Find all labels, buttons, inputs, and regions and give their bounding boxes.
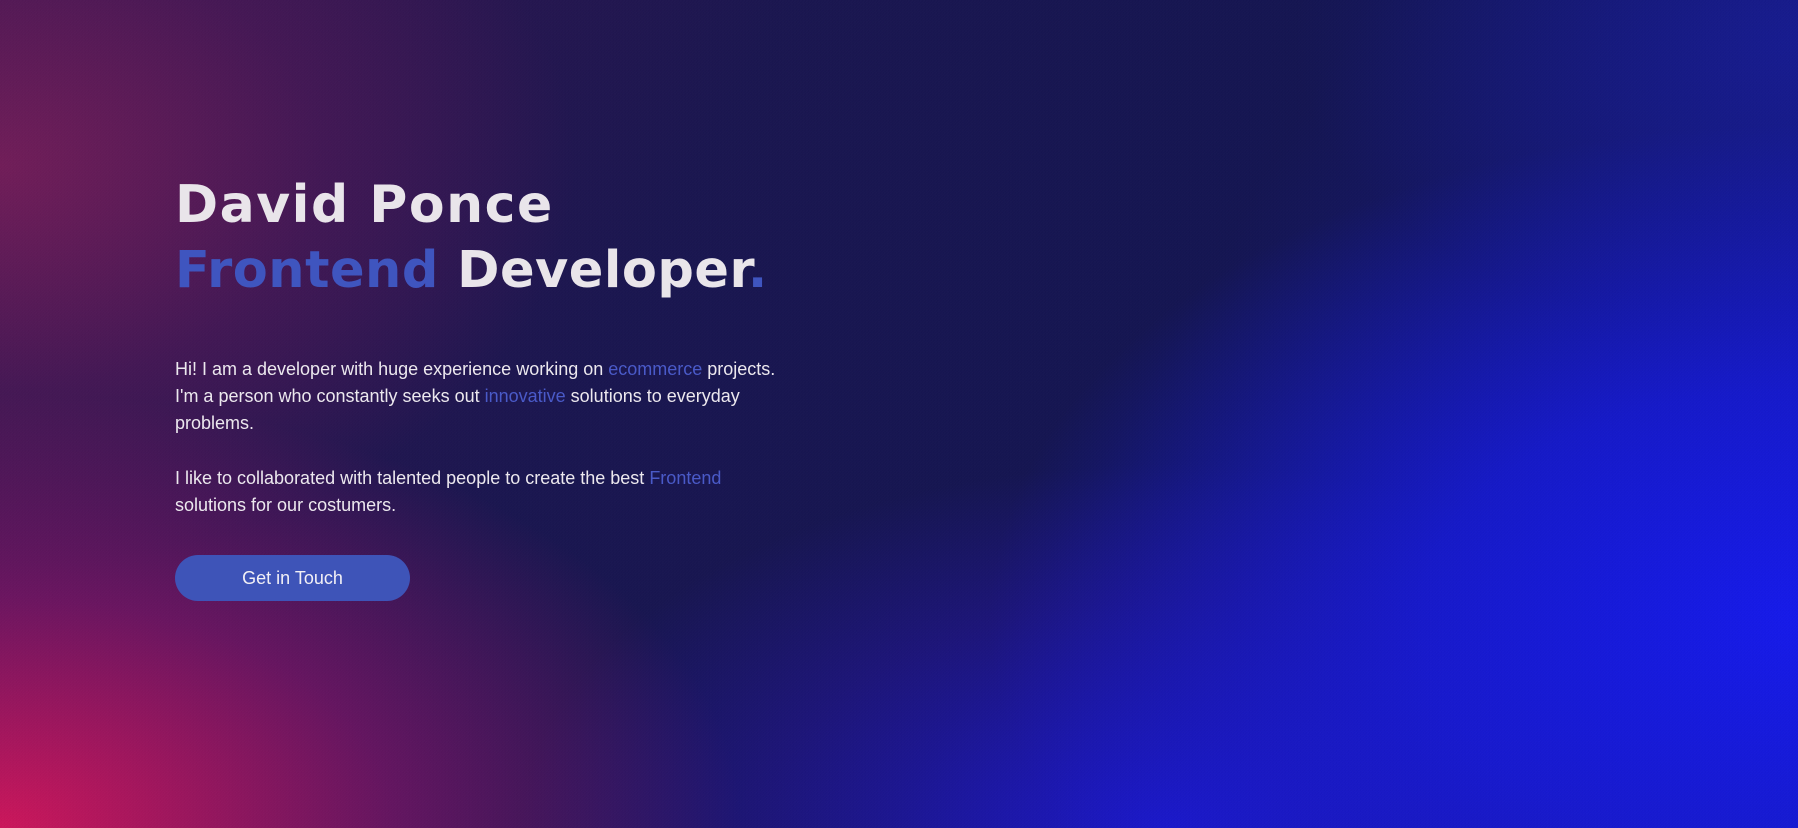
hero-role: Frontend Developer. [175, 238, 815, 304]
role-accent: Frontend [175, 241, 439, 300]
bio-2-text-b: solutions for our costumers. [175, 495, 397, 515]
hero-section: David Ponce Frontend Developer. Hi! I am… [175, 172, 815, 601]
bio-paragraph-2: I like to collaborated with talented peo… [175, 465, 795, 519]
bio-2-highlight-frontend: Frontend [649, 468, 722, 488]
hero-name: David Ponce [175, 175, 554, 235]
bio-1-highlight-ecommerce: ecommerce [608, 359, 703, 379]
role-rest: Developer [438, 241, 748, 300]
bio-1-highlight-innovative: innovative [484, 386, 566, 406]
bio-paragraph-1: Hi! I am a developer with huge experienc… [175, 356, 795, 437]
get-in-touch-button[interactable]: Get in Touch [175, 555, 410, 601]
bio-1-text-a: Hi! I am a developer with huge experienc… [175, 359, 609, 379]
bio: Hi! I am a developer with huge experienc… [175, 356, 795, 519]
bio-2-text-a: I like to collaborated with talented peo… [175, 468, 650, 488]
role-dot: . [747, 241, 768, 300]
